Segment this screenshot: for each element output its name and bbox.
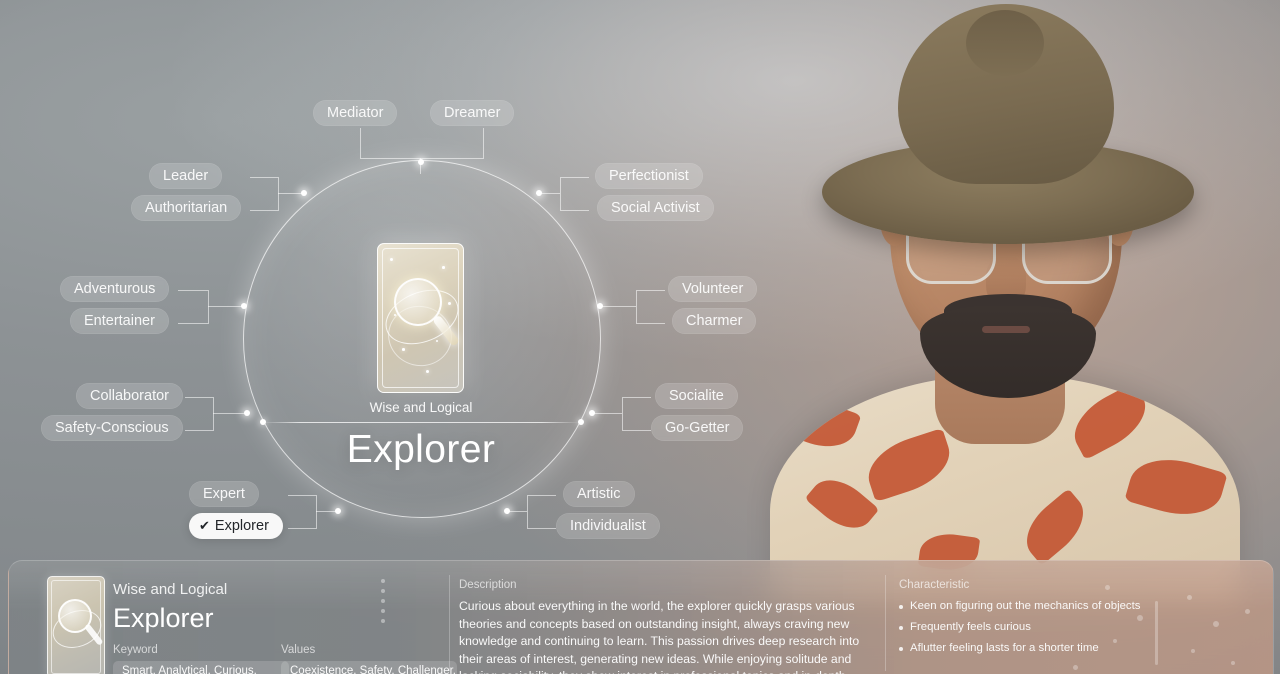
node-pill-perfectionist[interactable]: Perfectionist — [595, 163, 703, 189]
node-pill-social-activist[interactable]: Social Activist — [597, 195, 714, 221]
node-pill-safety-conscious[interactable]: Safety-Conscious — [41, 415, 183, 441]
check-icon: ✔ — [199, 518, 210, 533]
connector-lower-left — [185, 397, 214, 431]
connector-bottom-left — [288, 495, 317, 529]
list-item: Keen on figuring out the mechanics of ob… — [899, 600, 1189, 612]
app-screen: Mediator Dreamer Leader Authoritarian Ad… — [0, 0, 1280, 674]
values-label: Values — [281, 644, 316, 656]
description-label: Description — [459, 579, 517, 591]
description-text: Curious about everything in the world, t… — [459, 599, 860, 674]
ring-node-top — [418, 159, 424, 165]
panel-decor-dots-left — [381, 579, 385, 623]
node-pill-authoritarian[interactable]: Authoritarian — [131, 195, 242, 221]
connector-lower-left-stem — [213, 413, 247, 415]
node-pill-charmer[interactable]: Charmer — [672, 308, 757, 334]
divider-dot-right — [578, 419, 584, 425]
ring-node-bottom-left — [335, 508, 341, 514]
node-pill-volunteer[interactable]: Volunteer — [668, 276, 758, 302]
node-pill-adventurous[interactable]: Adventurous — [60, 276, 170, 302]
characteristic-text: Keen on figuring out the mechanics of ob… — [910, 600, 1141, 612]
node-pill-socialite[interactable]: Socialite — [655, 383, 738, 409]
bullet-icon — [899, 647, 903, 651]
connector-left — [178, 290, 209, 324]
bullet-icon — [899, 626, 903, 630]
ring-node-bottom-right — [504, 508, 510, 514]
detail-panel: Wise and Logical Explorer Keyword Smart,… — [8, 560, 1274, 674]
node-pill-expert[interactable]: Expert — [189, 481, 259, 507]
center-divider — [262, 422, 580, 423]
connector-upper-left — [250, 177, 279, 211]
ring-node-upper-right — [536, 190, 542, 196]
list-item: Frequently feels curious — [899, 621, 1189, 633]
node-pill-explorer-selected[interactable]: ✔ Explorer — [189, 513, 283, 539]
values-value: Coexistence, Safety, Challenger, — [281, 661, 457, 674]
node-pill-individualist[interactable]: Individualist — [556, 513, 660, 539]
connector-right — [636, 290, 665, 324]
node-pill-entertainer[interactable]: Entertainer — [70, 308, 169, 334]
connector-right-stem — [600, 306, 636, 308]
panel-divider-2 — [885, 575, 886, 671]
ring-node-upper-left — [301, 190, 307, 196]
ring-node-left — [241, 303, 247, 309]
ring-node-right — [597, 303, 603, 309]
panel-title: Explorer — [113, 603, 214, 633]
connector-upper-right — [560, 177, 589, 211]
connector-top — [360, 128, 484, 159]
characteristic-list: Keen on figuring out the mechanics of ob… — [899, 600, 1189, 663]
personality-mindmap: Mediator Dreamer Leader Authoritarian Ad… — [0, 0, 860, 560]
node-pill-explorer-label: Explorer — [214, 518, 269, 534]
center-title: Explorer — [346, 428, 496, 471]
connector-bottom-right — [527, 495, 556, 529]
characteristic-text: Aflutter feeling lasts for a shorter tim… — [910, 642, 1099, 654]
panel-card-thumbnail[interactable] — [47, 576, 105, 674]
panel-divider-1 — [449, 575, 450, 671]
divider-dot-left — [260, 419, 266, 425]
keyword-value: Smart, Analytical, Curious, — [113, 661, 289, 674]
list-item: Aflutter feeling lasts for a shorter tim… — [899, 642, 1189, 654]
node-pill-mediator[interactable]: Mediator — [313, 100, 398, 126]
node-pill-artistic[interactable]: Artistic — [563, 481, 635, 507]
panel-subtitle: Wise and Logical — [113, 581, 228, 598]
connector-left-stem — [208, 306, 244, 308]
node-pill-leader[interactable]: Leader — [149, 163, 223, 189]
characteristic-text: Frequently feels curious — [910, 621, 1031, 633]
bullet-icon — [899, 605, 903, 609]
node-pill-collaborator[interactable]: Collaborator — [76, 383, 183, 409]
node-pill-dreamer[interactable]: Dreamer — [430, 100, 515, 126]
keyword-label: Keyword — [113, 644, 158, 656]
node-pill-go-getter[interactable]: Go-Getter — [651, 415, 744, 441]
connector-lower-right — [622, 397, 651, 431]
center-subtitle: Wise and Logical — [369, 400, 473, 415]
hero-tarot-card[interactable] — [377, 243, 464, 393]
characteristic-label: Characteristic — [899, 579, 970, 591]
